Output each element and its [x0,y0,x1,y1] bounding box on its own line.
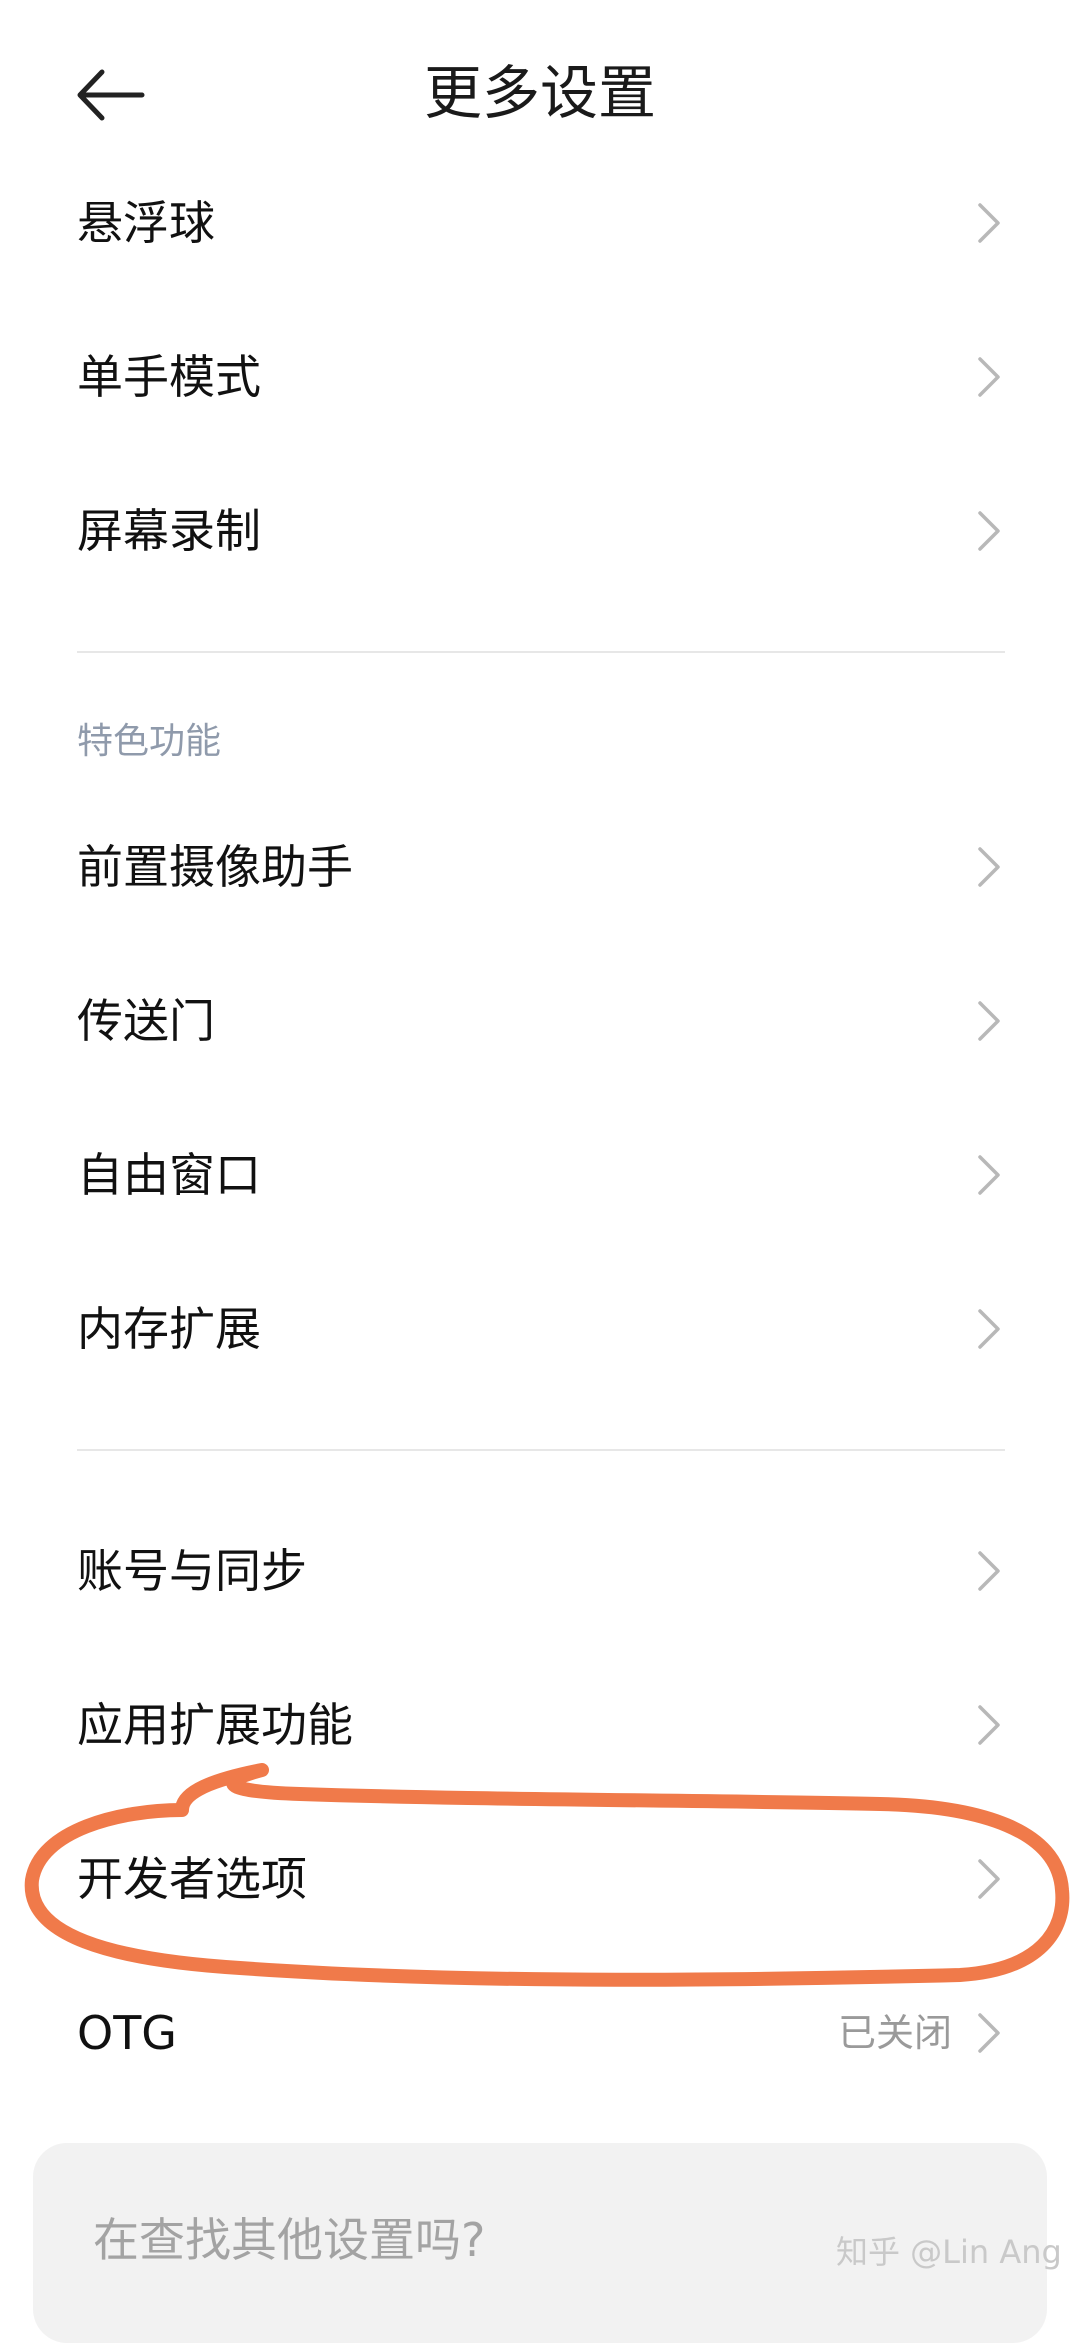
settings-item-value: 已关闭 [837,2011,952,2055]
settings-item-label: OTG [77,2006,177,2060]
settings-item-label: 前置摄像助手 [77,840,353,894]
settings-item-one-hand-mode[interactable]: 单手模式 [0,300,1080,454]
settings-item-free-window[interactable]: 自由窗口 [0,1098,1080,1252]
settings-item-label: 单手模式 [77,350,261,404]
settings-item-otg[interactable]: OTG 已关闭 [0,1956,1080,2110]
chevron-right-icon [978,847,1000,887]
settings-item-label: 悬浮球 [77,196,215,250]
settings-item-label: 应用扩展功能 [77,1698,353,1752]
settings-item-label: 自由窗口 [77,1148,261,1202]
settings-item-app-extensions[interactable]: 应用扩展功能 [0,1648,1080,1802]
settings-item-label: 屏幕录制 [77,504,261,558]
settings-item-floating-ball[interactable]: 悬浮球 [0,146,1080,300]
settings-item-account-sync[interactable]: 账号与同步 [0,1494,1080,1648]
chevron-right-icon [978,2013,1000,2053]
chevron-right-icon [978,1551,1000,1591]
section-divider [77,651,1005,653]
search-settings-prompt[interactable]: 在查找其他设置吗? [93,2205,485,2275]
settings-item-front-camera-assistant[interactable]: 前置摄像助手 [0,790,1080,944]
page-title: 更多设置 [423,59,656,127]
chevron-right-icon [978,1155,1000,1195]
settings-item-memory-extension[interactable]: 内存扩展 [0,1252,1080,1406]
settings-item-developer-options[interactable]: 开发者选项 [0,1802,1080,1956]
chevron-right-icon [978,1309,1000,1349]
chevron-right-icon [978,1705,1000,1745]
chevron-right-icon [978,511,1000,551]
settings-item-label: 内存扩展 [77,1302,261,1356]
settings-item-label: 开发者选项 [77,1852,307,1906]
settings-item-portal[interactable]: 传送门 [0,944,1080,1098]
chevron-right-icon [978,1859,1000,1899]
section-title: 特色功能 [77,721,222,762]
chevron-right-icon [978,357,1000,397]
section-divider [77,1449,1005,1451]
settings-item-label: 传送门 [77,994,215,1048]
chevron-right-icon [978,203,1000,243]
chevron-right-icon [978,1001,1000,1041]
settings-item-label: 账号与同步 [77,1544,307,1598]
watermark: 知乎 @Lin Ang [836,2233,1062,2271]
settings-item-screen-recording[interactable]: 屏幕录制 [0,454,1080,608]
